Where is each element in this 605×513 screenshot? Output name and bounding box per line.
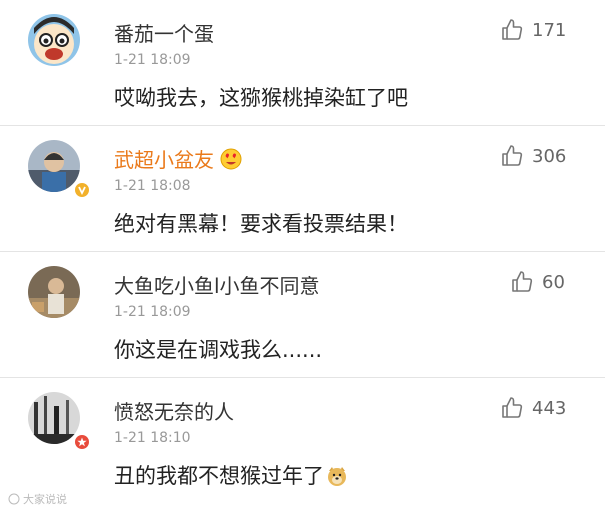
comment-time: 1-21 18:09 — [114, 304, 191, 320]
like-count: 443 — [532, 397, 567, 419]
doge-emoji-icon — [328, 467, 346, 486]
watermark-text: 大家说说 — [23, 493, 67, 506]
comment-text: 哎呦我去，这猕猴桃掉染缸了吧 — [114, 86, 408, 110]
comment-username[interactable]: 愤怒无奈的人 — [114, 396, 234, 425]
comment-item: 武超小盆友 1-21 18:08 绝对有黑幕！要求看投票结果！ 306 — [0, 126, 605, 252]
comment-username[interactable]: 番茄一个蛋 — [114, 18, 214, 47]
avatar[interactable] — [28, 140, 80, 192]
comment-item: 番茄一个蛋 1-21 18:09 哎呦我去，这猕猴桃掉染缸了吧 171 — [0, 0, 605, 126]
like-button[interactable]: 443 — [500, 396, 566, 420]
thumbs-up-icon — [512, 271, 533, 292]
username-text: 武超小盆友 — [114, 148, 214, 172]
comment-time: 1-21 18:09 — [114, 52, 191, 68]
comment-username[interactable]: 大鱼吃小鱼l小鱼不同意 — [114, 270, 320, 299]
comment-item: 愤怒无奈的人 1-21 18:10 丑的我都不想猴过年了 443 — [0, 378, 605, 513]
like-button[interactable]: 171 — [500, 18, 566, 42]
like-count: 306 — [532, 145, 567, 167]
comment-username[interactable]: 武超小盆友 — [114, 144, 242, 173]
thumbs-up-icon — [502, 397, 523, 418]
like-button[interactable]: 60 — [510, 270, 565, 294]
comment-time: 1-21 18:10 — [114, 430, 191, 446]
heart-eyes-emoji-icon — [220, 148, 242, 170]
vip-badge-icon — [73, 433, 91, 451]
like-button[interactable]: 306 — [500, 144, 566, 168]
comment-time: 1-21 18:08 — [114, 178, 191, 194]
avatar[interactable] — [28, 14, 80, 66]
like-count: 60 — [542, 271, 565, 293]
thumbs-up-icon — [502, 19, 523, 40]
thumbs-up-icon — [502, 145, 523, 166]
comment-item: 大鱼吃小鱼l小鱼不同意 1-21 18:09 你这是在调戏我么...... 60 — [0, 252, 605, 378]
avatar[interactable] — [28, 266, 80, 318]
watermark-logo-icon — [8, 493, 20, 505]
comment-text: 丑的我都不想猴过年了 — [114, 460, 348, 490]
comment-text-content: 丑的我都不想猴过年了 — [114, 464, 324, 488]
verified-badge-icon — [73, 181, 91, 199]
comment-text: 你这是在调戏我么...... — [114, 338, 323, 362]
comment-text: 绝对有黑幕！要求看投票结果！ — [114, 212, 408, 236]
watermark: 大家说说 — [8, 491, 67, 507]
like-count: 171 — [532, 19, 567, 41]
avatar[interactable] — [28, 392, 80, 444]
